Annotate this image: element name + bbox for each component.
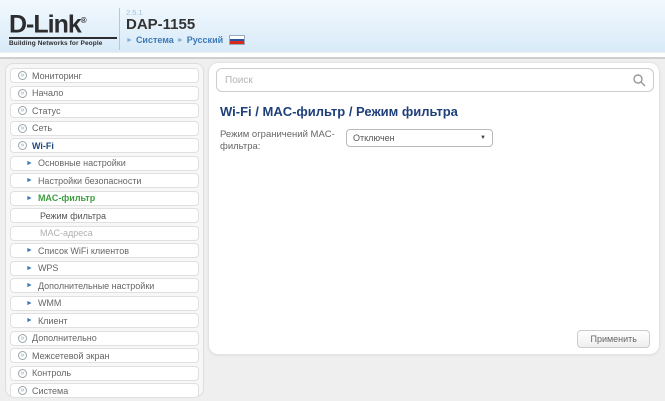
mac-filter-mode-label: Режим ограничений MAC-фильтра: xyxy=(220,129,346,153)
sidebar-item-wmm[interactable]: ► WMM xyxy=(10,296,199,311)
sidebar-item-label: Wi-Fi xyxy=(32,141,54,151)
chevron-down-icon: ▼ xyxy=(480,135,486,141)
sidebar-item-advanced-settings[interactable]: ► Дополнительные настройки xyxy=(10,278,199,293)
mac-filter-mode-row: Режим ограничений MAC-фильтра: Отключен … xyxy=(220,129,650,153)
sidebar-item-mac-filter[interactable]: ► MAC-фильтр xyxy=(10,191,199,206)
chevron-right-icon: ► xyxy=(26,195,33,202)
main-content-panel: Wi-Fi / MAC-фильтр / Режим фильтра Режим… xyxy=(208,62,660,355)
sidebar-item-wifi[interactable]: » Wi-Fi xyxy=(10,138,199,153)
circle-chevron-icon: » xyxy=(18,369,27,378)
sidebar-item-wifi-clients[interactable]: ► Список WiFi клиентов xyxy=(10,243,199,258)
sidebar-item-label: Клиент xyxy=(38,316,68,326)
search-input[interactable] xyxy=(216,68,654,92)
sidebar-item-label: Статус xyxy=(32,106,60,116)
circle-chevron-icon: » xyxy=(18,386,27,395)
sidebar-item-label: Контроль xyxy=(32,368,71,378)
circle-chevron-icon: » xyxy=(18,124,27,133)
sidebar-item-system[interactable]: » Система xyxy=(10,383,199,398)
sidebar-item-label: MAC-адреса xyxy=(40,228,93,238)
chevron-right-icon: ► xyxy=(26,177,33,184)
header-bottom-strip xyxy=(0,53,665,59)
breadcrumb-system-link[interactable]: Система xyxy=(136,35,174,45)
sidebar-item-label: Сеть xyxy=(32,123,52,133)
sidebar-item-basic-settings[interactable]: ► Основные настройки xyxy=(10,156,199,171)
circle-chevron-icon: » xyxy=(18,334,27,343)
sidebar-item-security-settings[interactable]: ► Настройки безопасности xyxy=(10,173,199,188)
breadcrumb-arrow-icon: ► xyxy=(177,37,184,44)
device-model: DAP-1155 xyxy=(126,17,245,33)
registered-mark-icon: ® xyxy=(81,16,86,25)
sidebar-item-label: WMM xyxy=(38,298,62,308)
sidebar-item-label: Дополнительно xyxy=(32,333,97,343)
search-icon[interactable] xyxy=(632,73,646,87)
page-title: Wi-Fi / MAC-фильтр / Режим фильтра xyxy=(220,104,458,119)
sidebar-item-label: MAC-фильтр xyxy=(38,193,95,203)
sidebar-item-label: Межсетевой экран xyxy=(32,351,109,361)
dlink-logo: D-Link® Building Networks for People xyxy=(9,9,117,47)
header-divider xyxy=(119,8,120,50)
sidebar-item-label: WPS xyxy=(38,263,59,273)
sidebar-item-label: Система xyxy=(32,386,68,396)
sidebar-item-monitoring[interactable]: » Мониторинг xyxy=(10,68,199,83)
mac-filter-mode-select[interactable]: Отключен ▼ xyxy=(346,129,493,147)
sidebar-item-additional[interactable]: » Дополнительно xyxy=(10,331,199,346)
breadcrumb: ► Система ► Русский xyxy=(126,35,245,45)
sidebar-menu: » Мониторинг » Начало » Статус » Сеть » Wi-Fi… xyxy=(5,63,204,397)
sidebar-item-label: Список WiFi клиентов xyxy=(38,246,129,256)
model-block: 2.5.1 DAP-1155 ► Система ► Русский xyxy=(126,8,245,45)
sidebar-item-start[interactable]: » Начало xyxy=(10,86,199,101)
sidebar-item-label: Дополнительные настройки xyxy=(38,281,154,291)
chevron-right-icon: ► xyxy=(26,300,33,307)
sidebar-item-client[interactable]: ► Клиент xyxy=(10,313,199,328)
sidebar-item-wps[interactable]: ► WPS xyxy=(10,261,199,276)
circle-chevron-icon: » xyxy=(18,106,27,115)
sidebar-item-filter-mode[interactable]: Режим фильтра xyxy=(10,208,199,223)
chevron-right-icon: ► xyxy=(26,317,33,324)
header: D-Link® Building Networks for People 2.5… xyxy=(0,0,665,53)
sidebar-item-label: Режим фильтра xyxy=(40,211,106,221)
sidebar-item-mac-addresses[interactable]: MAC-адреса xyxy=(10,226,199,241)
breadcrumb-language-link[interactable]: Русский xyxy=(187,35,223,45)
circle-chevron-icon: » xyxy=(18,141,27,150)
circle-chevron-icon: » xyxy=(18,71,27,80)
chevron-right-icon: ► xyxy=(26,247,33,254)
chevron-right-icon: ► xyxy=(26,265,33,272)
logo-tagline: Building Networks for People xyxy=(9,37,117,47)
logo-wordmark: D-Link xyxy=(9,10,81,38)
sidebar-item-control[interactable]: » Контроль xyxy=(10,366,199,381)
breadcrumb-arrow-icon: ► xyxy=(126,37,133,44)
circle-chevron-icon: » xyxy=(18,89,27,98)
sidebar-item-network[interactable]: » Сеть xyxy=(10,121,199,136)
sidebar-item-label: Начало xyxy=(32,88,63,98)
apply-button[interactable]: Применить xyxy=(577,330,650,348)
sidebar-item-status[interactable]: » Статус xyxy=(10,103,199,118)
search-box xyxy=(216,68,654,92)
dlink-logo-text: D-Link® xyxy=(9,9,117,36)
chevron-right-icon: ► xyxy=(26,160,33,167)
russian-flag-icon[interactable] xyxy=(229,35,245,45)
circle-chevron-icon: » xyxy=(18,351,27,360)
sidebar-item-label: Настройки безопасности xyxy=(38,176,142,186)
select-value: Отключен xyxy=(353,133,395,143)
chevron-right-icon: ► xyxy=(26,282,33,289)
sidebar-item-label: Основные настройки xyxy=(38,158,126,168)
sidebar-item-label: Мониторинг xyxy=(32,71,82,81)
sidebar-item-firewall[interactable]: » Межсетевой экран xyxy=(10,348,199,363)
page: D-Link® Building Networks for People 2.5… xyxy=(0,0,665,401)
